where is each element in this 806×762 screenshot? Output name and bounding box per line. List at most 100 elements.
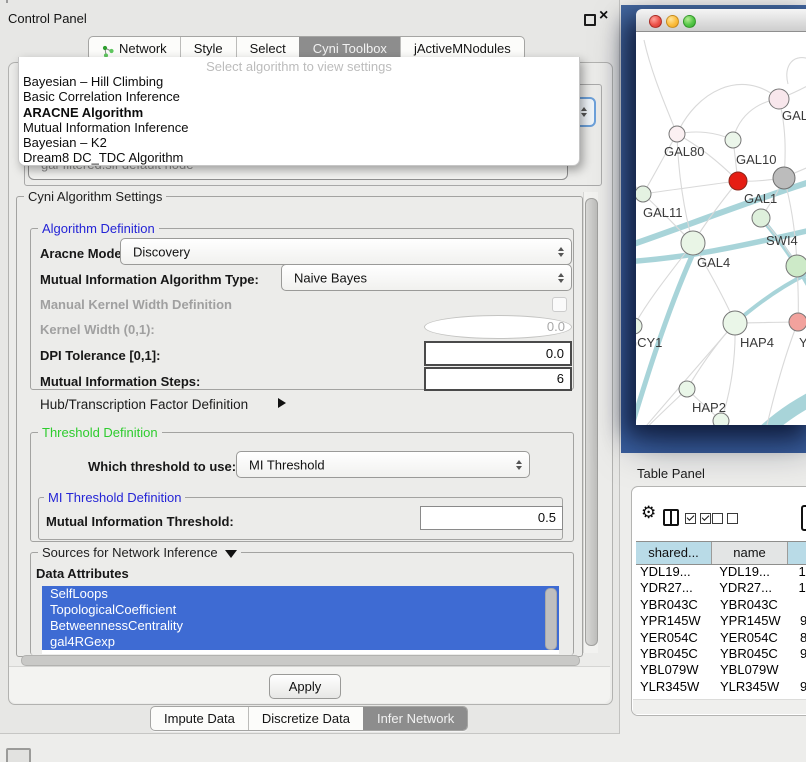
- table-row[interactable]: YDL19...YDL19...13: [636, 564, 806, 580]
- cell-shared: YBL079W: [636, 662, 716, 678]
- sources-legend[interactable]: Sources for Network Inference: [38, 545, 241, 560]
- dropdown-item[interactable]: Mutual Information Inference: [19, 120, 579, 135]
- table-row[interactable]: YBR043CYBR043C: [636, 597, 806, 613]
- mi-type-label: Mutual Information Algorithm Type:: [40, 272, 259, 287]
- which-threshold-combo[interactable]: MI Threshold: [236, 451, 530, 478]
- cell-name: YER054C: [716, 630, 794, 646]
- cell-value: 9.: [794, 679, 806, 695]
- column-header-cut[interactable]: [788, 542, 806, 564]
- gear-icon[interactable]: ⚙: [641, 504, 656, 522]
- partial-toolbar-icon[interactable]: [801, 505, 806, 531]
- dropdown-item-selected[interactable]: ARACNE Algorithm: [19, 105, 579, 120]
- list-scrollbar[interactable]: [545, 588, 557, 650]
- list-item[interactable]: TopologicalCoefficient: [42, 602, 559, 618]
- cell-name: YBR045C: [716, 646, 794, 662]
- table-header-row: shared... name: [636, 541, 806, 565]
- node-right-green[interactable]: [786, 255, 806, 277]
- tab-impute-data[interactable]: Impute Data: [151, 707, 248, 730]
- kernel-width-field[interactable]: 0.0: [424, 315, 572, 339]
- cell-shared: YIL052C: [636, 695, 716, 698]
- node-selected-gray[interactable]: [773, 167, 795, 189]
- cell-shared: YDR27...: [636, 580, 715, 596]
- list-item[interactable]: SelfLoops: [42, 586, 559, 602]
- columns-icon[interactable]: [663, 509, 679, 526]
- table-row[interactable]: YLR345WYLR345W9.: [636, 679, 806, 695]
- node-pink-top[interactable]: [769, 89, 789, 109]
- mi-type-value: Naive Bayes: [294, 270, 367, 285]
- panel-grip-icon[interactable]: [6, 748, 31, 762]
- column-header-name[interactable]: name: [712, 542, 788, 564]
- node-gal10[interactable]: [725, 132, 741, 148]
- table-row[interactable]: YDR27...YDR27...12: [636, 580, 806, 596]
- screen: Control Panel × Network Style Select: [0, 0, 806, 762]
- zoom-window-icon[interactable]: [683, 15, 696, 28]
- algorithm-definition-legend: Algorithm Definition: [38, 221, 159, 236]
- apply-button[interactable]: Apply: [269, 674, 341, 699]
- label-gal10: GAL10: [736, 152, 776, 167]
- control-panel-title: Control Panel: [8, 11, 87, 26]
- node-hap2[interactable]: [679, 381, 695, 397]
- network-canvas[interactable]: GAL GAL80 GAL10 GAL1 GAL11 SWI4 GAL4 GCY…: [636, 32, 806, 425]
- cell-shared: YDL19...: [636, 564, 715, 580]
- tab-discretize-data[interactable]: Discretize Data: [248, 707, 363, 730]
- list-item[interactable]: BetweennessCentrality: [42, 618, 559, 634]
- mi-type-combo[interactable]: Naive Bayes: [281, 264, 572, 291]
- node-hap4[interactable]: [723, 311, 747, 335]
- table-row[interactable]: YBR045CYBR045C9.: [636, 646, 806, 662]
- node-gal80[interactable]: [669, 126, 685, 142]
- tab-infer-network-label: Infer Network: [377, 707, 454, 730]
- close-window-icon[interactable]: [649, 15, 662, 28]
- cell-shared: YER054C: [636, 630, 716, 646]
- column-header-shared-name[interactable]: shared...: [636, 542, 712, 564]
- mi-threshold-field[interactable]: 0.5: [420, 506, 563, 530]
- cell-name: YBR043C: [716, 597, 794, 613]
- mi-steps-field[interactable]: 6: [424, 367, 572, 391]
- dpi-tolerance-label: DPI Tolerance [0,1]:: [40, 348, 160, 363]
- settings-vscrollbar-track[interactable]: [583, 192, 598, 653]
- which-threshold-label: Which threshold to use:: [88, 459, 236, 474]
- dropdown-item[interactable]: Bayesian – Hill Climbing: [19, 74, 579, 89]
- node-gcy1[interactable]: [636, 318, 642, 334]
- hub-expander-label[interactable]: Hub/Transcription Factor Definition: [40, 397, 248, 412]
- minimize-window-icon[interactable]: [666, 15, 679, 28]
- network-tab-icon: [102, 42, 115, 55]
- aracne-mode-combo[interactable]: Discovery: [120, 238, 572, 265]
- float-panel-icon[interactable]: [584, 14, 596, 26]
- network-window-titlebar[interactable]: [636, 9, 806, 32]
- mi-threshold-value: 0.5: [421, 507, 562, 529]
- cell-name: YDL19...: [715, 564, 792, 580]
- cell-name: YPR145W: [716, 613, 794, 629]
- label-gal4: GAL4: [697, 255, 730, 270]
- table-row[interactable]: YPR145WYPR145W9.: [636, 613, 806, 629]
- cell-value: 9: [794, 695, 806, 698]
- table-row[interactable]: YER054CYER054C8.: [636, 630, 806, 646]
- close-panel-icon[interactable]: ×: [599, 8, 608, 24]
- dropdown-item[interactable]: Basic Correlation Inference: [19, 89, 579, 104]
- list-item[interactable]: gal4RGexp: [42, 634, 559, 650]
- dropdown-item[interactable]: Dream8 DC_TDC Algorithm: [19, 150, 579, 165]
- expander-right-icon[interactable]: [278, 398, 286, 408]
- select-all-columns-icon[interactable]: [685, 513, 711, 524]
- data-attributes-label: Data Attributes: [36, 566, 129, 581]
- node-salmon[interactable]: [789, 313, 806, 331]
- tab-infer-network[interactable]: Infer Network: [363, 707, 467, 730]
- control-panel-window: Control Panel × Network Style Select: [0, 0, 620, 734]
- node-highlight-red[interactable]: [729, 172, 747, 190]
- cell-value: 9.: [794, 646, 806, 662]
- deselect-all-columns-icon[interactable]: [712, 513, 738, 524]
- dropdown-item[interactable]: Bayesian – K2: [19, 135, 579, 150]
- table-row[interactable]: YBL079WYBL079W: [636, 662, 806, 678]
- dpi-tolerance-field[interactable]: 0.0: [424, 341, 572, 366]
- cell-shared: YBR043C: [636, 597, 716, 613]
- expander-down-icon[interactable]: [225, 550, 237, 558]
- cell-value: [794, 597, 806, 613]
- settings-hscrollbar-thumb[interactable]: [21, 655, 580, 666]
- settings-vscrollbar-thumb[interactable]: [585, 198, 598, 646]
- table-row[interactable]: YIL052CYIL052C9: [636, 695, 806, 698]
- node-swi4[interactable]: [752, 209, 770, 227]
- kernel-width-value: 0.0: [425, 316, 571, 338]
- node-gal4[interactable]: [681, 231, 705, 255]
- table-hscrollbar-track[interactable]: [633, 699, 806, 714]
- node-gal11[interactable]: [636, 186, 651, 202]
- manual-kernel-checkbox[interactable]: [552, 297, 567, 312]
